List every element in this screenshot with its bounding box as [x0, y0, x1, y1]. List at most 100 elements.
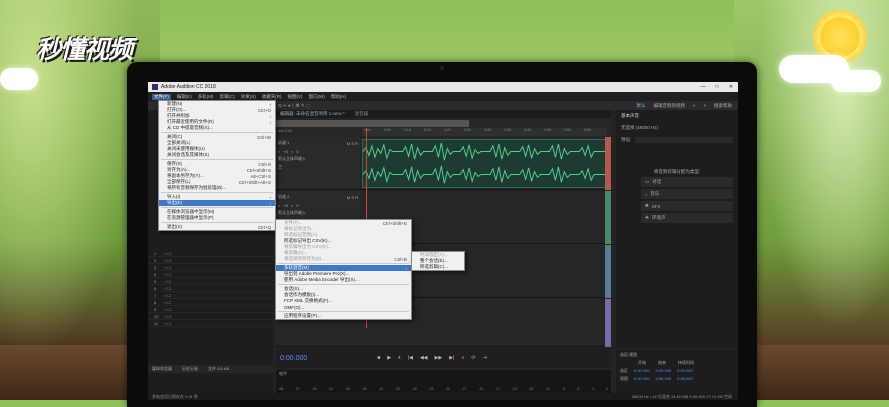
menu-help[interactable]: 帮助(H) [331, 94, 346, 100]
audition-window: Adobe Audition CC 2018 — □ ✕ 文件(F) 编辑(E)… [148, 82, 738, 400]
submenu-arrow-icon: › [269, 200, 272, 206]
pause-button[interactable]: ⏸ [398, 355, 401, 361]
menu-edit[interactable]: 编辑(E) [177, 94, 192, 100]
file_menu-item[interactable]: 在资源管理器中显示(P) [159, 215, 275, 221]
file_menu-item[interactable]: 关闭会话及其媒体(S) [159, 152, 275, 158]
preset-dropdown[interactable] [635, 137, 733, 143]
skip-button[interactable]: ⇥ [483, 355, 487, 361]
go-end-button[interactable]: ▶| [449, 355, 454, 361]
pan-knob-icon[interactable]: ◐ [291, 149, 293, 154]
menu-item-label: 在资源管理器中显示(P) [167, 215, 214, 220]
maximize-button[interactable]: □ [710, 84, 724, 90]
go-start-button[interactable]: |◀ [408, 355, 413, 361]
editor-tab[interactable]: 编辑器: 未命名混音项目 1.sesx * 混音器 [276, 110, 611, 118]
overview-scrollbar[interactable] [276, 120, 469, 127]
menu-favorites[interactable]: 收藏夹(R) [262, 94, 282, 100]
file_menu-item[interactable]: 从 CD 中提取音频(X)... [159, 125, 275, 131]
track-name[interactable]: 轨道 1 [278, 140, 289, 146]
menu-item-label: 将所有音频保存为批处理(B)... [167, 185, 227, 190]
close-button[interactable]: ✕ [724, 84, 738, 90]
status-info: 48000 Hz • 32 位混合 24.62 MB 0:58.000 17.7… [631, 393, 732, 399]
app-icon [152, 84, 158, 90]
waveform [362, 142, 606, 184]
menu-clip[interactable]: 剪辑(C) [220, 94, 235, 100]
export_menu-item[interactable]: OMF(O)... [276, 304, 411, 310]
type-sfx-button[interactable]: ✱ SFX [641, 201, 733, 211]
levels-title: 电平 [279, 371, 287, 376]
volume-knob-icon[interactable]: ◐ [278, 203, 280, 208]
menu-item-shortcut: Ctrl+Q [257, 224, 271, 230]
ruler-label: ms 0:00 [278, 128, 293, 133]
menu-file[interactable]: 文件(F) [152, 93, 171, 100]
track-color-strip [605, 245, 611, 298]
track-list-row[interactable]: 5 ○ ☐ [148, 278, 273, 285]
track-list-row[interactable]: 1 ○ ☐ [148, 250, 273, 257]
track-list-row[interactable]: 6 ○ ☐ [148, 285, 273, 292]
track-color-strip [605, 299, 611, 347]
assign-hint: 将音频剪辑分配为类型: [653, 169, 701, 174]
workspace-more[interactable]: » [693, 103, 696, 109]
export_menu-item[interactable]: 应用程序设置(P)... [276, 313, 411, 319]
track-list-row[interactable]: 11 ○ ☐ [148, 320, 273, 327]
menu-item-shortcut: Alt+Ctrl+S [250, 173, 271, 179]
pan-knob-icon[interactable]: ◐ [291, 203, 293, 208]
timecode-display: 0:00.000 [280, 354, 308, 362]
menu-separator [278, 263, 409, 264]
file-menu-dropdown: 新建(N) › 打开(O)... Ctrl+O 打开并附加 › 打开最近使用的文件(R) › 从… [158, 100, 276, 231]
track-list-row[interactable]: 3 ○ ☐ [148, 264, 273, 271]
track-name[interactable]: 轨道 2 [278, 194, 289, 200]
search-icon[interactable]: ⌕ [703, 103, 706, 109]
preset-label: 预设: [621, 137, 632, 142]
track-list-row[interactable]: 8 ○ ☐ [148, 299, 273, 306]
tab-mixer[interactable]: 混音器 [355, 111, 369, 117]
file_menu-item[interactable]: 退出(X) Ctrl+Q [159, 224, 275, 230]
menu-item-shortcut: Ctrl+S [258, 161, 271, 167]
menu-separator [161, 222, 273, 223]
menu-separator [278, 284, 409, 285]
watermark-logo: 秒懂视频 [36, 35, 133, 64]
play-button[interactable]: ▶ [387, 355, 391, 361]
workspace-edit-audio[interactable]: 编辑音频到视频 [653, 103, 685, 109]
input-select[interactable]: 默认立体声输入 [278, 210, 306, 216]
type-dialogue-button[interactable]: ▭ 对话 [641, 177, 733, 187]
search-help-input[interactable]: 搜索帮助 [714, 103, 732, 109]
tab-media-browser[interactable]: 媒体浏览器 [152, 366, 172, 372]
track-list-row[interactable]: 4 ○ ☐ [148, 271, 273, 278]
tab-history[interactable]: 历史记录 [182, 366, 198, 372]
menu-effects[interactable]: 效果(S) [241, 94, 256, 100]
fast-forward-button[interactable]: ▶▶ [435, 355, 443, 361]
export-submenu: 文件(F)... Ctrl+Shift+E 将标记导出为... 所选标记范围(A)..… [275, 219, 412, 320]
tool-icons[interactable]: ⇆ ✂ ⌖ ⌇ ⌘ ✎ ⬚ [278, 103, 310, 109]
volume-knob-icon[interactable]: ◐ [278, 149, 280, 154]
menu-item-label: 导出(E) [167, 200, 182, 205]
track-list-row[interactable]: 7 ○ ☐ [148, 292, 273, 299]
rewind-button[interactable]: ◀◀ [420, 355, 428, 361]
type-music-button[interactable]: ♪ 音乐 [641, 189, 733, 199]
levels-meter: 电平 dB -57 -54 -51 -48 -45 -42 -39 -36 -33 -30 -27 -2… [276, 370, 611, 393]
loop-button[interactable]: ⟳ [471, 355, 475, 361]
menu-item-label: 将选择项另存为(Z)... [284, 256, 325, 261]
track-list-row[interactable]: 2 ○ ☐ [148, 257, 273, 264]
output-select[interactable]: 主 [278, 164, 282, 170]
file_menu-item[interactable]: 导出(E) › [159, 200, 275, 206]
record-button[interactable]: ● [461, 355, 464, 361]
file_menu-item[interactable]: 将所有音频保存为批处理(B)... [159, 185, 275, 191]
menu-view[interactable]: 视图(V) [288, 94, 303, 100]
menu-multitrack[interactable]: 多轨(M) [198, 94, 214, 100]
input-select[interactable]: 默认立体声输入 [278, 156, 306, 162]
track-list-row[interactable]: 9 ○ ☐ [148, 306, 273, 313]
timeline-ruler[interactable]: hms 0:05 0:10 0:15 0:20 0:25 0:30 0:35 0… [362, 128, 607, 136]
minimize-button[interactable]: — [696, 84, 710, 90]
audio-clip[interactable] [362, 139, 607, 188]
menu-window[interactable]: 窗口(W) [309, 94, 325, 100]
stop-button[interactable]: ■ [377, 355, 380, 361]
mix_menu-item[interactable]: 所选剪辑(C)... [412, 264, 464, 270]
track-list-row[interactable]: 10 ○ ☐ [148, 313, 273, 320]
export_menu-item[interactable]: 将选择项另存为(Z)... Ctrl+B [276, 256, 411, 262]
type-ambience-button[interactable]: ☘ 环境声 [641, 213, 733, 223]
panel-title: 基本声音 [621, 113, 639, 118]
menu-item-label: 退出(X) [167, 224, 182, 229]
music-icon: ♪ [645, 191, 648, 197]
export_menu-item[interactable]: 使用 Adobe Media Encoder 导出(X)... [276, 277, 411, 283]
workspace-default[interactable]: 默认 [636, 103, 645, 109]
